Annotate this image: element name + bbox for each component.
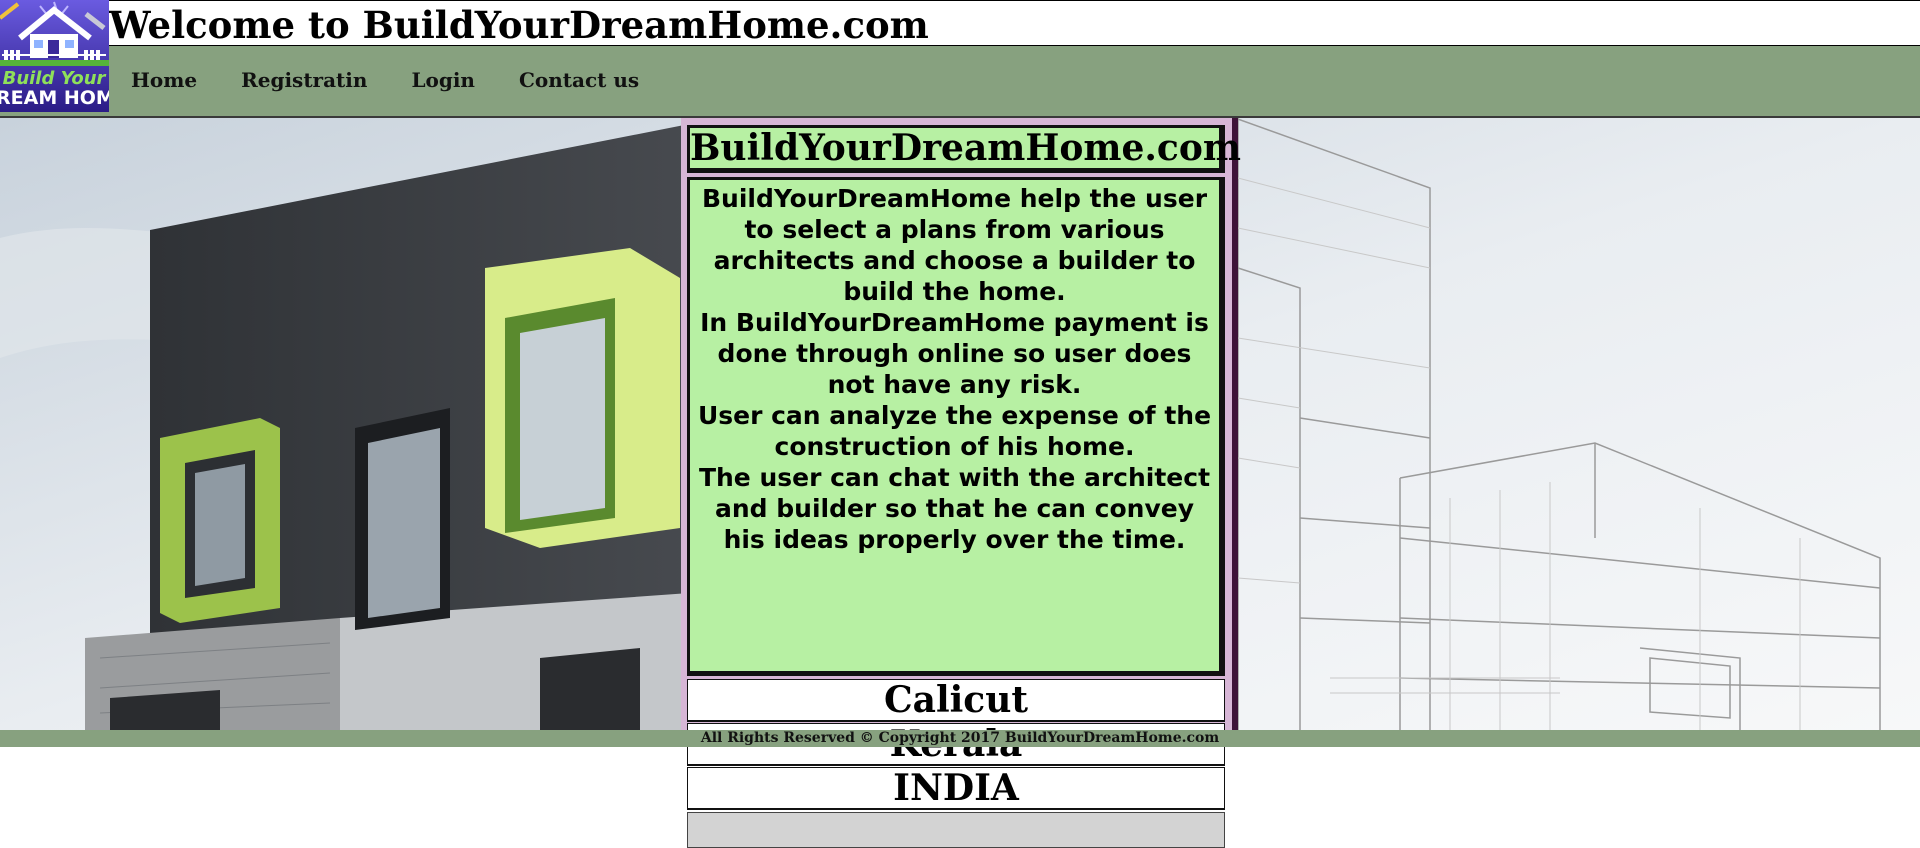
nav-contact-link[interactable]: Contact us	[519, 68, 639, 92]
site-header: Welcome to BuildYourDreamHome.com	[0, 0, 1920, 47]
logo-line1: Build Your	[3, 68, 107, 89]
location-city: Calicut	[687, 679, 1225, 722]
panel-bottom-bar	[687, 812, 1225, 848]
nav-home-link[interactable]: Home	[131, 68, 197, 92]
description-paragraph: In BuildYourDreamHome payment is done th…	[700, 308, 1209, 399]
page-title: Welcome to BuildYourDreamHome.com	[109, 3, 929, 47]
description-paragraph: User can analyze the expense of the cons…	[697, 401, 1212, 461]
nav-registration-link[interactable]: Registratin	[241, 68, 367, 92]
info-panel: BuildYourDreamHome.com BuildYourDreamHom…	[681, 118, 1241, 848]
location-country: INDIA	[687, 767, 1225, 810]
panel-description: BuildYourDreamHome help the user to sele…	[687, 177, 1225, 676]
site-footer: All Rights Reserved © Copyright 2017 Bui…	[0, 730, 1920, 747]
panel-title: BuildYourDreamHome.com	[687, 125, 1241, 173]
logo-line2: DREAM HOME	[0, 87, 109, 109]
house-logo-icon: Build Your DREAM HOME	[0, 0, 109, 112]
description-paragraph: The user can chat with the architect and…	[698, 463, 1211, 554]
site-logo[interactable]: Build Your DREAM HOME	[0, 0, 109, 112]
copyright-text: All Rights Reserved © Copyright 2017 Bui…	[700, 730, 1220, 746]
nav-login-link[interactable]: Login	[411, 68, 475, 92]
nav-list: Home Registratin Login Contact us	[131, 68, 639, 92]
description-paragraph: BuildYourDreamHome help the user to sele…	[701, 184, 1208, 306]
main-nav: Home Registratin Login Contact us	[0, 46, 1920, 118]
